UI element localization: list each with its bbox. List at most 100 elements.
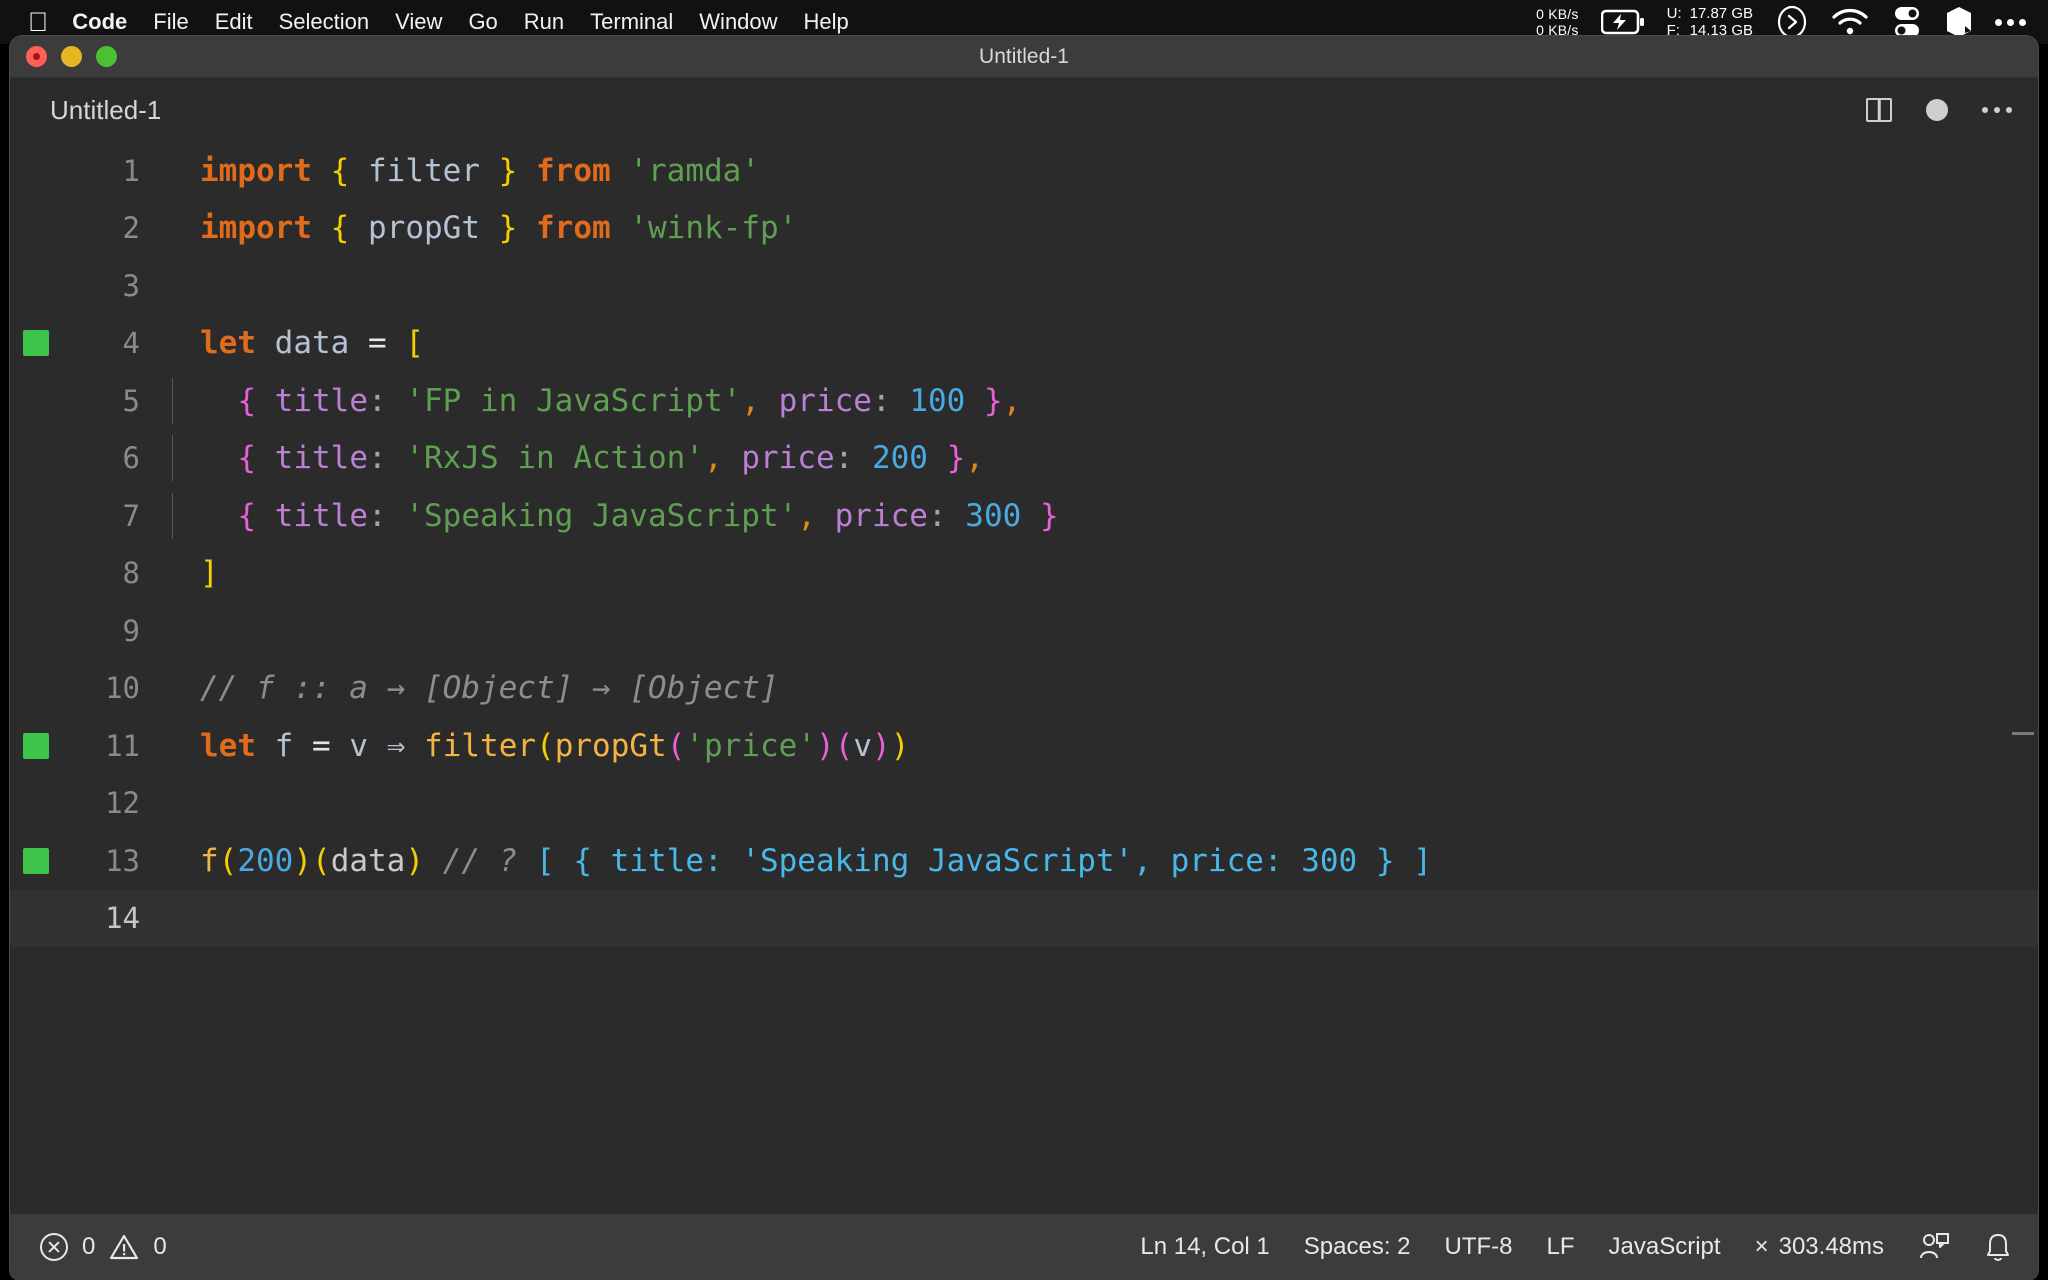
problems-indicator[interactable]: 0 0 (40, 1233, 167, 1262)
more-actions-ellipsis-icon[interactable] (1982, 107, 2012, 113)
indent-guide-7 (172, 492, 173, 539)
menu-item-code[interactable]: Code (72, 9, 127, 35)
token-from-1: from (536, 152, 611, 189)
warning-count: 0 (153, 1233, 167, 1260)
warning-triangle-icon (109, 1233, 139, 1262)
indentation-indicator[interactable]: Spaces: 2 (1304, 1233, 1411, 1261)
line-content-1: import { filter } from 'ramda' (158, 153, 2038, 189)
menu-item-window[interactable]: Window (699, 9, 777, 35)
menu-item-terminal[interactable]: Terminal (590, 9, 673, 35)
token-colon-5a: : (368, 382, 387, 419)
menu-item-selection[interactable]: Selection (279, 9, 370, 35)
terminal-prompt-icon[interactable] (1775, 5, 1809, 39)
editor-tab-untitled-1[interactable]: Untitled-1 (50, 95, 161, 126)
shortcuts-icon[interactable] (1945, 6, 1973, 38)
notifications-bell-icon[interactable] (1984, 1231, 2012, 1263)
traffic-lights (26, 46, 117, 67)
token-equals-11: = (312, 727, 331, 764)
token-comma-6b: , (965, 440, 984, 477)
token-colon-6b: : (834, 440, 854, 477)
token-obj-close-6: } (946, 440, 966, 477)
menu-item-view[interactable]: View (395, 9, 442, 35)
token-comment-question: // ? (442, 842, 518, 879)
green-gutter-square-icon[interactable] (23, 847, 49, 874)
token-identifier-propgt: propGt (368, 210, 480, 247)
line-number-8: 8 (122, 556, 140, 591)
menu-item-edit[interactable]: Edit (215, 9, 253, 35)
token-string-speaking: 'Speaking JavaScript' (405, 497, 798, 534)
token-paren-open-11a: ( (536, 727, 555, 764)
menu-item-help[interactable]: Help (804, 9, 849, 35)
token-paren-open-13b: ( (312, 842, 331, 879)
network-speed-indicator[interactable]: 0 KB/s 0 KB/s (1536, 6, 1578, 38)
editor-actions (1866, 98, 2012, 122)
line-number-3: 3 (122, 268, 140, 303)
gutter-marker-13[interactable] (10, 847, 62, 874)
apple-logo-icon[interactable]:  (28, 8, 48, 36)
code-line-4[interactable]: 4 let data = [ (10, 315, 2038, 373)
token-comma-7a: , (797, 497, 816, 534)
line-number-12: 12 (105, 786, 140, 821)
cursor-position-indicator[interactable]: Ln 14, Col 1 (1140, 1233, 1269, 1261)
code-line-5[interactable]: 5 { title: 'FP in JavaScript', price: 10… (10, 372, 2038, 430)
code-line-1[interactable]: 1 import { filter } from 'ramda' (10, 142, 2038, 200)
token-number-200: 200 (871, 440, 928, 477)
green-gutter-square-icon[interactable] (23, 330, 49, 357)
token-number-100: 100 (909, 382, 966, 419)
line-number-11: 11 (105, 728, 140, 763)
error-count: 0 (82, 1233, 96, 1260)
menu-item-run[interactable]: Run (524, 9, 564, 35)
token-bracket-close-8: ] (200, 555, 219, 592)
code-line-12[interactable]: 12 (10, 775, 2038, 833)
token-key-price-5: price (778, 382, 872, 419)
token-from-2: from (536, 210, 611, 247)
line-number-9: 9 (122, 613, 140, 648)
menu-item-file[interactable]: File (153, 9, 188, 35)
gutter-marker-11[interactable] (10, 732, 62, 759)
line-number-14: 14 (105, 901, 140, 936)
token-paren-close-11c: ) (872, 727, 891, 764)
code-line-6[interactable]: 6 { title: 'RxJS in Action', price: 200 … (10, 430, 2038, 488)
language-mode-indicator[interactable]: JavaScript (1609, 1233, 1721, 1261)
menu-bar-status-area: 0 KB/s 0 KB/s U: F: 17.87 GB 14.13 GB (1536, 5, 2026, 39)
quokka-runtime-indicator[interactable]: × 303.48ms (1755, 1233, 1884, 1261)
menu-item-go[interactable]: Go (468, 9, 497, 35)
token-string-fp: 'FP in JavaScript' (405, 382, 742, 419)
code-line-9[interactable]: 9 (10, 602, 2038, 660)
code-line-10[interactable]: 10 // f :: a → [Object] → [Object] (10, 660, 2038, 718)
scrollbar-overview-tick[interactable] (2012, 732, 2034, 735)
eol-indicator[interactable]: LF (1547, 1233, 1575, 1261)
code-line-2[interactable]: 2 import { propGt } from 'wink-fp' (10, 200, 2038, 258)
close-window-button[interactable] (26, 46, 47, 67)
gutter-marker-4[interactable] (10, 330, 62, 357)
token-key-price-7: price (834, 497, 928, 534)
wifi-icon[interactable] (1831, 8, 1869, 36)
code-editor[interactable]: 1 import { filter } from 'ramda' 2 impor… (10, 142, 2038, 1214)
code-line-14[interactable]: 14 (10, 889, 2038, 947)
more-ellipsis-icon[interactable] (1995, 18, 2026, 26)
status-bar-right-group: Ln 14, Col 1 Spaces: 2 UTF-8 LF JavaScri… (1140, 1231, 2012, 1263)
green-gutter-square-icon[interactable] (23, 732, 49, 759)
window-title-bar: Untitled-1 (10, 36, 2038, 78)
code-line-8[interactable]: 8 ] (10, 545, 2038, 603)
code-line-7[interactable]: 7 { title: 'Speaking JavaScript', price:… (10, 487, 2038, 545)
split-editor-icon[interactable] (1866, 98, 1892, 122)
control-center-icon[interactable] (1891, 5, 1923, 39)
live-share-icon[interactable] (1918, 1231, 1950, 1263)
zoom-window-button[interactable] (96, 46, 117, 67)
minimize-window-button[interactable] (61, 46, 82, 67)
encoding-indicator[interactable]: UTF-8 (1445, 1233, 1513, 1261)
token-paren-open-11b: ( (666, 727, 686, 764)
code-line-13[interactable]: 13 f(200)(data) // ? [ { title: 'Speakin… (10, 832, 2038, 890)
token-obj-open-7: { (237, 497, 256, 534)
code-line-11[interactable]: 11 let f = v ⇒ filter(propGt('price')(v)… (10, 717, 2038, 775)
token-obj-close-5: } (983, 382, 1003, 419)
line-number-10: 10 (105, 671, 140, 706)
battery-charging-icon[interactable] (1600, 9, 1645, 35)
memory-stats-indicator[interactable]: U: F: 17.87 GB 14.13 GB (1667, 5, 1753, 39)
memory-used-value: 17.87 GB (1689, 5, 1753, 22)
line-number-13: 13 (105, 843, 140, 878)
unsaved-changes-dot-icon[interactable] (1926, 99, 1948, 121)
code-line-3[interactable]: 3 (10, 257, 2038, 315)
status-bar: 0 0 Ln 14, Col 1 Spaces: 2 UTF-8 LF Java… (10, 1214, 2038, 1280)
